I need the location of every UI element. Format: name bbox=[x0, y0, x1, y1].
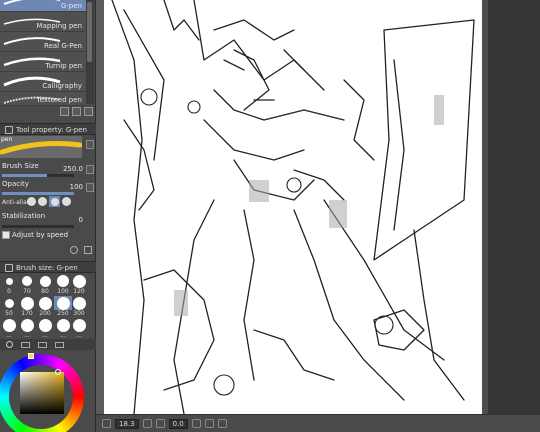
sketch-artwork bbox=[111, 0, 475, 414]
settings-icon[interactable] bbox=[70, 246, 78, 254]
brush-size-cell[interactable]: 200 bbox=[36, 296, 54, 317]
brush-size-cell[interactable]: ... bbox=[36, 318, 54, 339]
tool-property-title: Tool property: G-pen bbox=[16, 126, 87, 134]
brush-size-panel-header: Brush size: G-pen bbox=[0, 261, 96, 273]
brush-item-mapping-pen[interactable]: Mapping pen bbox=[0, 12, 86, 32]
hue-marker[interactable] bbox=[28, 353, 34, 359]
saturation-value-square[interactable] bbox=[20, 372, 64, 414]
brush-item-turnip-pen[interactable]: Turnip pen bbox=[0, 52, 86, 72]
opacity-label: Opacity bbox=[2, 180, 29, 188]
wrench-icon bbox=[5, 126, 13, 134]
stabilization-slider[interactable] bbox=[2, 225, 74, 228]
stabilization-value[interactable]: 0 bbox=[79, 216, 83, 224]
brush-item-textured-pen[interactable]: Textured pen bbox=[0, 92, 86, 106]
pressure-settings-icon[interactable] bbox=[86, 165, 94, 174]
brush-size-cell[interactable]: 70 bbox=[18, 274, 36, 295]
opacity-value[interactable]: 100 bbox=[70, 183, 83, 191]
brush-item-g-pen[interactable]: G-pen bbox=[0, 0, 86, 12]
brush-size-cell[interactable]: ... bbox=[70, 318, 88, 339]
color-panel-tabs bbox=[0, 339, 96, 350]
brush-item-calligraphy[interactable]: Calligraphy bbox=[0, 72, 86, 92]
brush-size-cell[interactable]: 0 bbox=[0, 274, 18, 295]
brush-size-cell[interactable]: 80 bbox=[36, 274, 54, 295]
anti-alias-weak-option[interactable] bbox=[38, 197, 47, 206]
adjust-speed-label: Adjust by speed bbox=[12, 231, 69, 239]
brush-preview-label: pen bbox=[1, 136, 13, 143]
adjust-speed-checkbox[interactable] bbox=[2, 231, 10, 239]
brush-label: Textured pen bbox=[36, 96, 82, 104]
brush-label: Real G-Pen bbox=[44, 42, 82, 50]
zoom-value[interactable]: 18.3 bbox=[115, 418, 139, 429]
anti-alias-options bbox=[27, 196, 71, 207]
canvas-area bbox=[96, 0, 540, 416]
anti-alias-none-option[interactable] bbox=[27, 197, 36, 206]
brush-size-cell[interactable]: ... bbox=[0, 318, 18, 339]
brush-size-label: Brush Size bbox=[2, 162, 39, 170]
anti-alias-strong-option[interactable] bbox=[62, 197, 71, 206]
status-bar: 18.3 0.0 bbox=[96, 414, 540, 432]
opacity-settings-icon[interactable] bbox=[86, 183, 94, 192]
brush-size-cell[interactable]: ... bbox=[18, 318, 36, 339]
brush-item-real-g-pen[interactable]: Real G-Pen bbox=[0, 32, 86, 52]
stabilization-label: Stabilization bbox=[2, 212, 46, 220]
color-set-tab-icon[interactable] bbox=[38, 341, 47, 348]
right-panel-edge bbox=[488, 0, 540, 416]
brush-size-value[interactable]: 250.0 bbox=[63, 165, 83, 173]
brush-list-scroll-thumb[interactable] bbox=[87, 2, 92, 62]
brush-size-cell[interactable]: 50 bbox=[0, 296, 18, 317]
color-history-tab-icon[interactable] bbox=[55, 341, 64, 348]
navigator-icon[interactable] bbox=[102, 419, 111, 428]
zoom-in-icon[interactable] bbox=[142, 419, 152, 428]
brush-size-panel-title: Brush size: G-pen bbox=[16, 264, 78, 272]
rotate-left-icon[interactable] bbox=[191, 419, 201, 428]
rotation-value[interactable]: 0.0 bbox=[168, 418, 188, 429]
color-slider-tab-icon[interactable] bbox=[21, 341, 30, 348]
tool-property-header: Tool property: G-pen bbox=[0, 123, 96, 135]
opacity-slider[interactable] bbox=[2, 192, 74, 195]
brush-size-cell[interactable]: 120 bbox=[70, 274, 88, 295]
color-picker-marker[interactable] bbox=[55, 369, 61, 375]
flip-icon[interactable] bbox=[217, 419, 227, 428]
rotate-right-icon[interactable] bbox=[204, 419, 214, 428]
search-icon[interactable] bbox=[84, 246, 92, 254]
brush-label: Mapping pen bbox=[36, 22, 82, 30]
copy-icon[interactable] bbox=[60, 107, 69, 116]
brush-list-toolbar bbox=[60, 107, 93, 119]
new-brush-icon[interactable] bbox=[72, 107, 81, 116]
brush-size-icon bbox=[5, 264, 13, 272]
brush-label: G-pen bbox=[60, 2, 82, 10]
trash-icon[interactable] bbox=[84, 107, 93, 116]
color-wheel-tab-icon[interactable] bbox=[6, 341, 13, 348]
anti-alias-label: Anti-alias bbox=[2, 199, 30, 206]
anti-alias-medium-option[interactable] bbox=[49, 196, 60, 207]
brush-size-cell[interactable]: 300 bbox=[70, 296, 88, 317]
brush-stroke-preview bbox=[3, 0, 60, 5]
brush-preview: pen bbox=[0, 136, 83, 158]
left-panel: G-pen Mapping pen Real G-Pen Turnip pen … bbox=[0, 0, 96, 432]
drawing-canvas[interactable] bbox=[104, 0, 486, 414]
color-wheel[interactable] bbox=[0, 352, 88, 432]
brush-size-cell[interactable]: 170 bbox=[18, 296, 36, 317]
zoom-out-icon[interactable] bbox=[155, 419, 165, 428]
brush-size-slider[interactable] bbox=[2, 174, 74, 177]
brush-label: Turnip pen bbox=[45, 62, 82, 70]
lock-icon[interactable] bbox=[86, 140, 94, 149]
brush-label: Calligraphy bbox=[42, 82, 82, 90]
